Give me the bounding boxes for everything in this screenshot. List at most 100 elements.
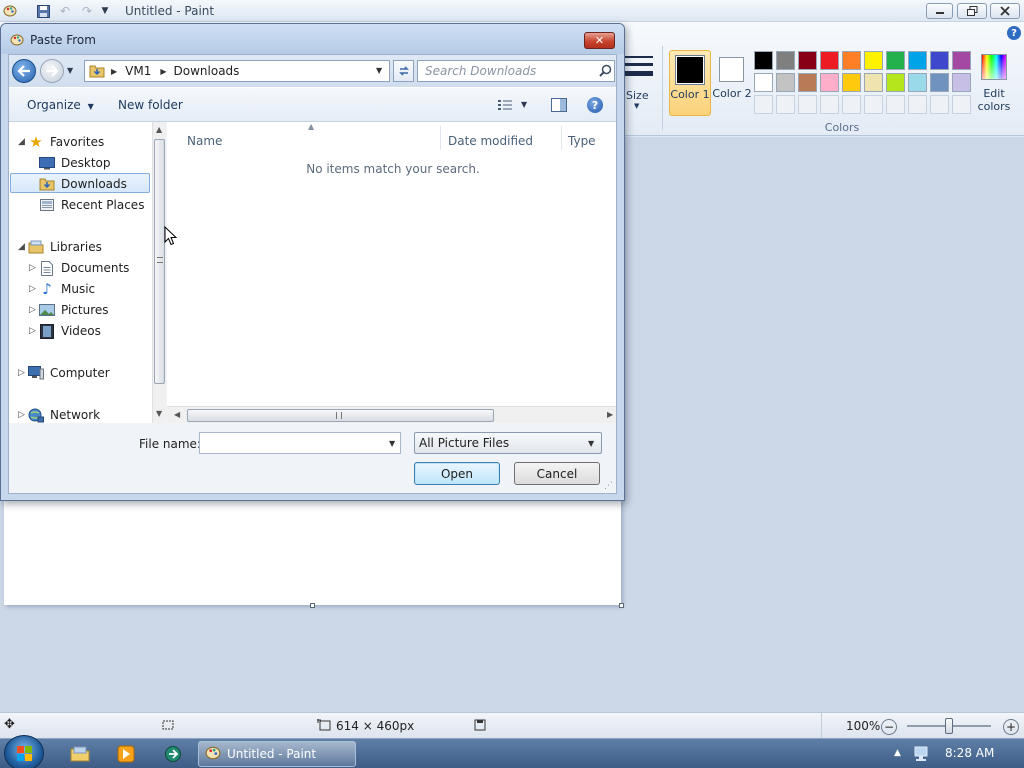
column-header-date-modified[interactable]: Date modified <box>448 134 533 148</box>
scrollbar-thumb[interactable] <box>154 139 165 384</box>
palette-color-swatch[interactable] <box>864 73 883 92</box>
address-bar[interactable]: ▶ VM1 ▶ Downloads ▼ <box>84 60 390 82</box>
palette-color-swatch[interactable] <box>820 73 839 92</box>
palette-color-swatch[interactable] <box>930 73 949 92</box>
palette-color-swatch[interactable] <box>798 51 817 70</box>
column-divider[interactable] <box>440 126 441 150</box>
palette-color-swatch[interactable] <box>886 73 905 92</box>
tree-item-music[interactable]: ♪ Music <box>39 279 95 299</box>
breadcrumb-item-downloads[interactable]: Downloads <box>174 64 240 78</box>
palette-custom-slot[interactable] <box>842 95 861 114</box>
palette-color-swatch[interactable] <box>952 51 971 70</box>
view-options-dropdown-icon[interactable]: ▼ <box>521 100 527 109</box>
palette-color-swatch[interactable] <box>798 73 817 92</box>
palette-custom-slot[interactable] <box>908 95 927 114</box>
column-header-type[interactable]: Type <box>568 134 596 148</box>
size-button[interactable]: Size ▼ <box>624 50 654 120</box>
canvas-resize-handle-bottom[interactable] <box>310 603 315 608</box>
restore-button[interactable] <box>957 3 987 19</box>
search-input[interactable] <box>418 61 594 81</box>
resize-grip-icon[interactable]: ⋰ <box>604 481 613 491</box>
show-hidden-icons-icon[interactable]: ▲ <box>894 748 901 758</box>
tree-item-computer[interactable]: Computer <box>28 363 110 383</box>
save-icon[interactable] <box>35 3 51 19</box>
file-type-select[interactable]: All Picture Files ▼ <box>414 432 602 454</box>
zoom-slider-thumb[interactable] <box>945 718 953 734</box>
edit-colors-button[interactable]: Edit colors <box>977 50 1011 116</box>
zoom-in-button[interactable]: + <box>1003 719 1019 735</box>
minimize-button[interactable] <box>926 3 953 19</box>
palette-color-swatch[interactable] <box>776 51 795 70</box>
palette-color-swatch[interactable] <box>886 51 905 70</box>
tree-item-documents[interactable]: Documents <box>39 258 129 278</box>
column-divider[interactable] <box>561 126 562 150</box>
network-expander-icon[interactable]: ▷ <box>18 410 25 420</box>
palette-custom-slot[interactable] <box>886 95 905 114</box>
dialog-help-icon[interactable]: ? <box>587 97 603 113</box>
palette-custom-slot[interactable] <box>930 95 949 114</box>
open-button[interactable]: Open <box>414 462 500 485</box>
redo-icon[interactable]: ↷ <box>79 3 95 19</box>
file-name-dropdown-icon[interactable]: ▼ <box>389 439 395 448</box>
refresh-button[interactable] <box>393 60 414 82</box>
tree-item-favorites[interactable]: ★ Favorites <box>28 132 104 152</box>
canvas-resize-handle-corner[interactable] <box>619 603 624 608</box>
explorer-taskbar-icon[interactable] <box>66 742 94 766</box>
music-expander-icon[interactable]: ▷ <box>29 284 36 294</box>
close-window-button[interactable] <box>990 3 1020 19</box>
help-icon[interactable]: ? <box>1007 26 1021 40</box>
dialog-close-button[interactable]: ✕ <box>584 32 615 49</box>
palette-custom-slot[interactable] <box>952 95 971 114</box>
tree-item-recent-places[interactable]: Recent Places <box>39 195 144 215</box>
palette-color-swatch[interactable] <box>908 51 927 70</box>
tree-item-videos[interactable]: Videos <box>39 321 101 341</box>
pictures-expander-icon[interactable]: ▷ <box>29 305 36 315</box>
search-icon[interactable] <box>599 64 612 80</box>
palette-custom-slot[interactable] <box>798 95 817 114</box>
scroll-right-icon[interactable]: ▶ <box>607 410 613 419</box>
tree-item-desktop[interactable]: Desktop <box>39 153 111 173</box>
undo-icon[interactable]: ↶ <box>57 3 73 19</box>
taskbar-clock[interactable]: 8:28 AM <box>945 746 994 760</box>
palette-custom-slot[interactable] <box>754 95 773 114</box>
scrollbar-thumb[interactable] <box>187 409 494 422</box>
palette-color-swatch[interactable] <box>842 73 861 92</box>
tree-item-libraries[interactable]: Libraries <box>28 237 102 257</box>
organize-button[interactable]: Organize ▼ <box>27 98 94 112</box>
palette-color-swatch[interactable] <box>908 73 927 92</box>
palette-color-swatch[interactable] <box>952 73 971 92</box>
start-button[interactable] <box>4 735 44 768</box>
palette-custom-slot[interactable] <box>776 95 795 114</box>
forward-button[interactable] <box>40 59 64 83</box>
tree-item-network[interactable]: Network <box>28 405 100 425</box>
palette-color-swatch[interactable] <box>754 51 773 70</box>
palette-custom-slot[interactable] <box>864 95 883 114</box>
palette-color-swatch[interactable] <box>776 73 795 92</box>
tree-item-downloads[interactable]: Downloads <box>39 174 127 194</box>
network-tray-icon[interactable] <box>913 745 931 766</box>
back-button[interactable] <box>12 59 36 83</box>
paint-app-icon[interactable] <box>2 3 18 19</box>
scroll-left-icon[interactable]: ◀ <box>174 410 180 419</box>
cancel-button[interactable]: Cancel <box>514 462 600 485</box>
favorites-expander-icon[interactable]: ◢ <box>18 137 25 147</box>
customize-qat-icon[interactable]: ▼ <box>97 3 113 19</box>
horizontal-scrollbar[interactable]: ◀ ▶ <box>167 406 616 423</box>
libraries-expander-icon[interactable]: ◢ <box>18 242 25 252</box>
tree-item-pictures[interactable]: Pictures <box>39 300 109 320</box>
file-name-input[interactable] <box>200 433 380 453</box>
scroll-down-icon[interactable]: ▼ <box>156 409 162 418</box>
palette-custom-slot[interactable] <box>820 95 839 114</box>
navigation-pane-scrollbar[interactable]: ▲ ▼ <box>152 122 166 423</box>
new-folder-button[interactable]: New folder <box>118 98 183 112</box>
palette-color-swatch[interactable] <box>754 73 773 92</box>
recent-pages-dropdown-icon[interactable]: ▼ <box>67 66 73 75</box>
palette-color-swatch[interactable] <box>820 51 839 70</box>
videos-expander-icon[interactable]: ▷ <box>29 326 36 336</box>
scroll-up-icon[interactable]: ▲ <box>156 125 162 134</box>
preview-pane-icon[interactable] <box>551 98 567 115</box>
app-taskbar-icon[interactable] <box>159 742 187 766</box>
color1-button[interactable]: Color 1 <box>669 50 711 116</box>
paint-taskbar-button[interactable]: Untitled - Paint <box>198 741 356 767</box>
media-player-taskbar-icon[interactable] <box>112 742 140 766</box>
